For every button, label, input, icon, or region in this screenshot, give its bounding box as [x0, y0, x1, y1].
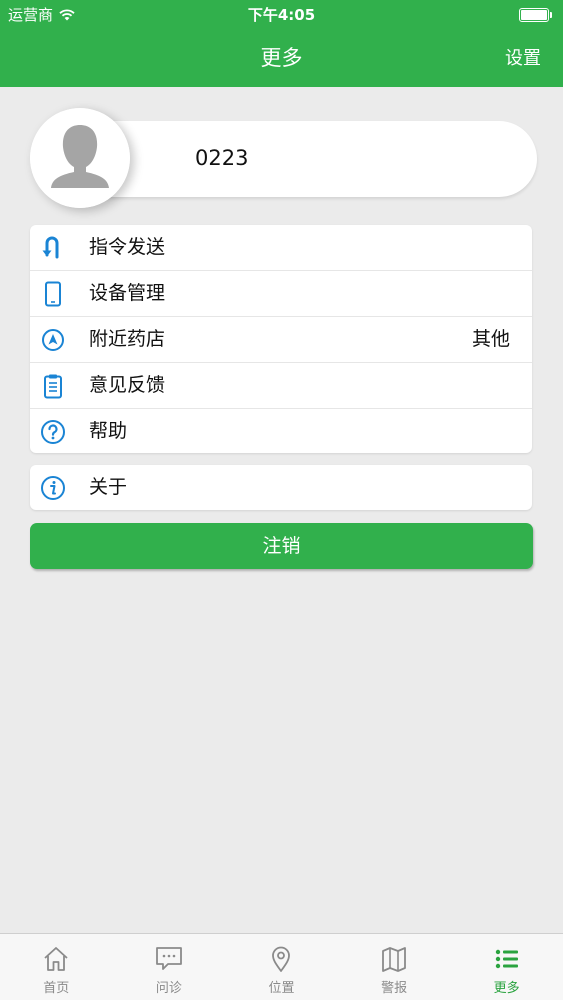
- tab-label: 首页: [43, 981, 70, 996]
- menu-item-label: 设备管理: [89, 282, 166, 304]
- menu-item-help[interactable]: 帮助: [30, 408, 532, 454]
- menu-item-device-management[interactable]: 设备管理: [30, 270, 532, 316]
- info-icon: [40, 475, 66, 501]
- tab-location[interactable]: 位置: [225, 934, 338, 1000]
- chat-bubble-icon: [154, 944, 184, 974]
- menu-item-command-send[interactable]: 指令发送: [30, 225, 532, 270]
- home-icon: [41, 944, 71, 974]
- tab-consultation[interactable]: 问诊: [113, 934, 226, 1000]
- list-icon: [492, 944, 522, 974]
- tab-alarm[interactable]: 警报: [338, 934, 451, 1000]
- menu-item-label: 帮助: [89, 420, 128, 442]
- tab-bar: 首页 问诊 位置 警报 更多: [0, 933, 563, 1000]
- map-icon: [379, 944, 409, 974]
- status-time: 下午4:05: [247, 6, 316, 24]
- status-bar: 运营商 下午4:05: [0, 0, 563, 30]
- phone-device-icon: [40, 281, 66, 307]
- tab-label: 位置: [268, 981, 295, 996]
- menu-item-label: 指令发送: [89, 236, 166, 258]
- tab-home[interactable]: 首页: [0, 934, 113, 1000]
- tab-label: 更多: [493, 981, 520, 996]
- profile-name: 0223: [195, 146, 249, 170]
- menu-item-label: 附近药店: [89, 328, 166, 350]
- location-pin-icon: [266, 944, 296, 974]
- top-bar: 运营商 下午4:05 更多 设置: [0, 0, 563, 87]
- menu-item-about[interactable]: 关于: [30, 465, 532, 510]
- clipboard-icon: [40, 373, 66, 399]
- menu-card: 指令发送 设备管理 附近药店 其他 意见反馈 帮助: [30, 225, 532, 453]
- battery-icon: [519, 8, 553, 22]
- profile-card[interactable]: [70, 121, 537, 197]
- menu-item-nearby-pharmacy[interactable]: 附近药店 其他: [30, 316, 532, 362]
- menu-item-feedback[interactable]: 意见反馈: [30, 362, 532, 408]
- tab-label: 警报: [381, 981, 408, 996]
- command-send-icon: [40, 235, 66, 261]
- page-title: 更多: [260, 46, 303, 70]
- tab-label: 问诊: [155, 981, 182, 996]
- menu-item-extra: 其他: [471, 328, 510, 350]
- tab-more[interactable]: 更多: [450, 934, 563, 1000]
- location-arrow-icon: [40, 327, 66, 353]
- about-card: 关于: [30, 465, 532, 510]
- default-avatar-icon: [30, 108, 130, 208]
- avatar[interactable]: [30, 108, 130, 208]
- help-question-icon: [40, 419, 66, 445]
- menu-item-label: 关于: [89, 476, 128, 498]
- menu-item-label: 意见反馈: [89, 374, 166, 396]
- logout-button[interactable]: 注销: [30, 523, 533, 569]
- settings-button[interactable]: 设置: [505, 47, 541, 71]
